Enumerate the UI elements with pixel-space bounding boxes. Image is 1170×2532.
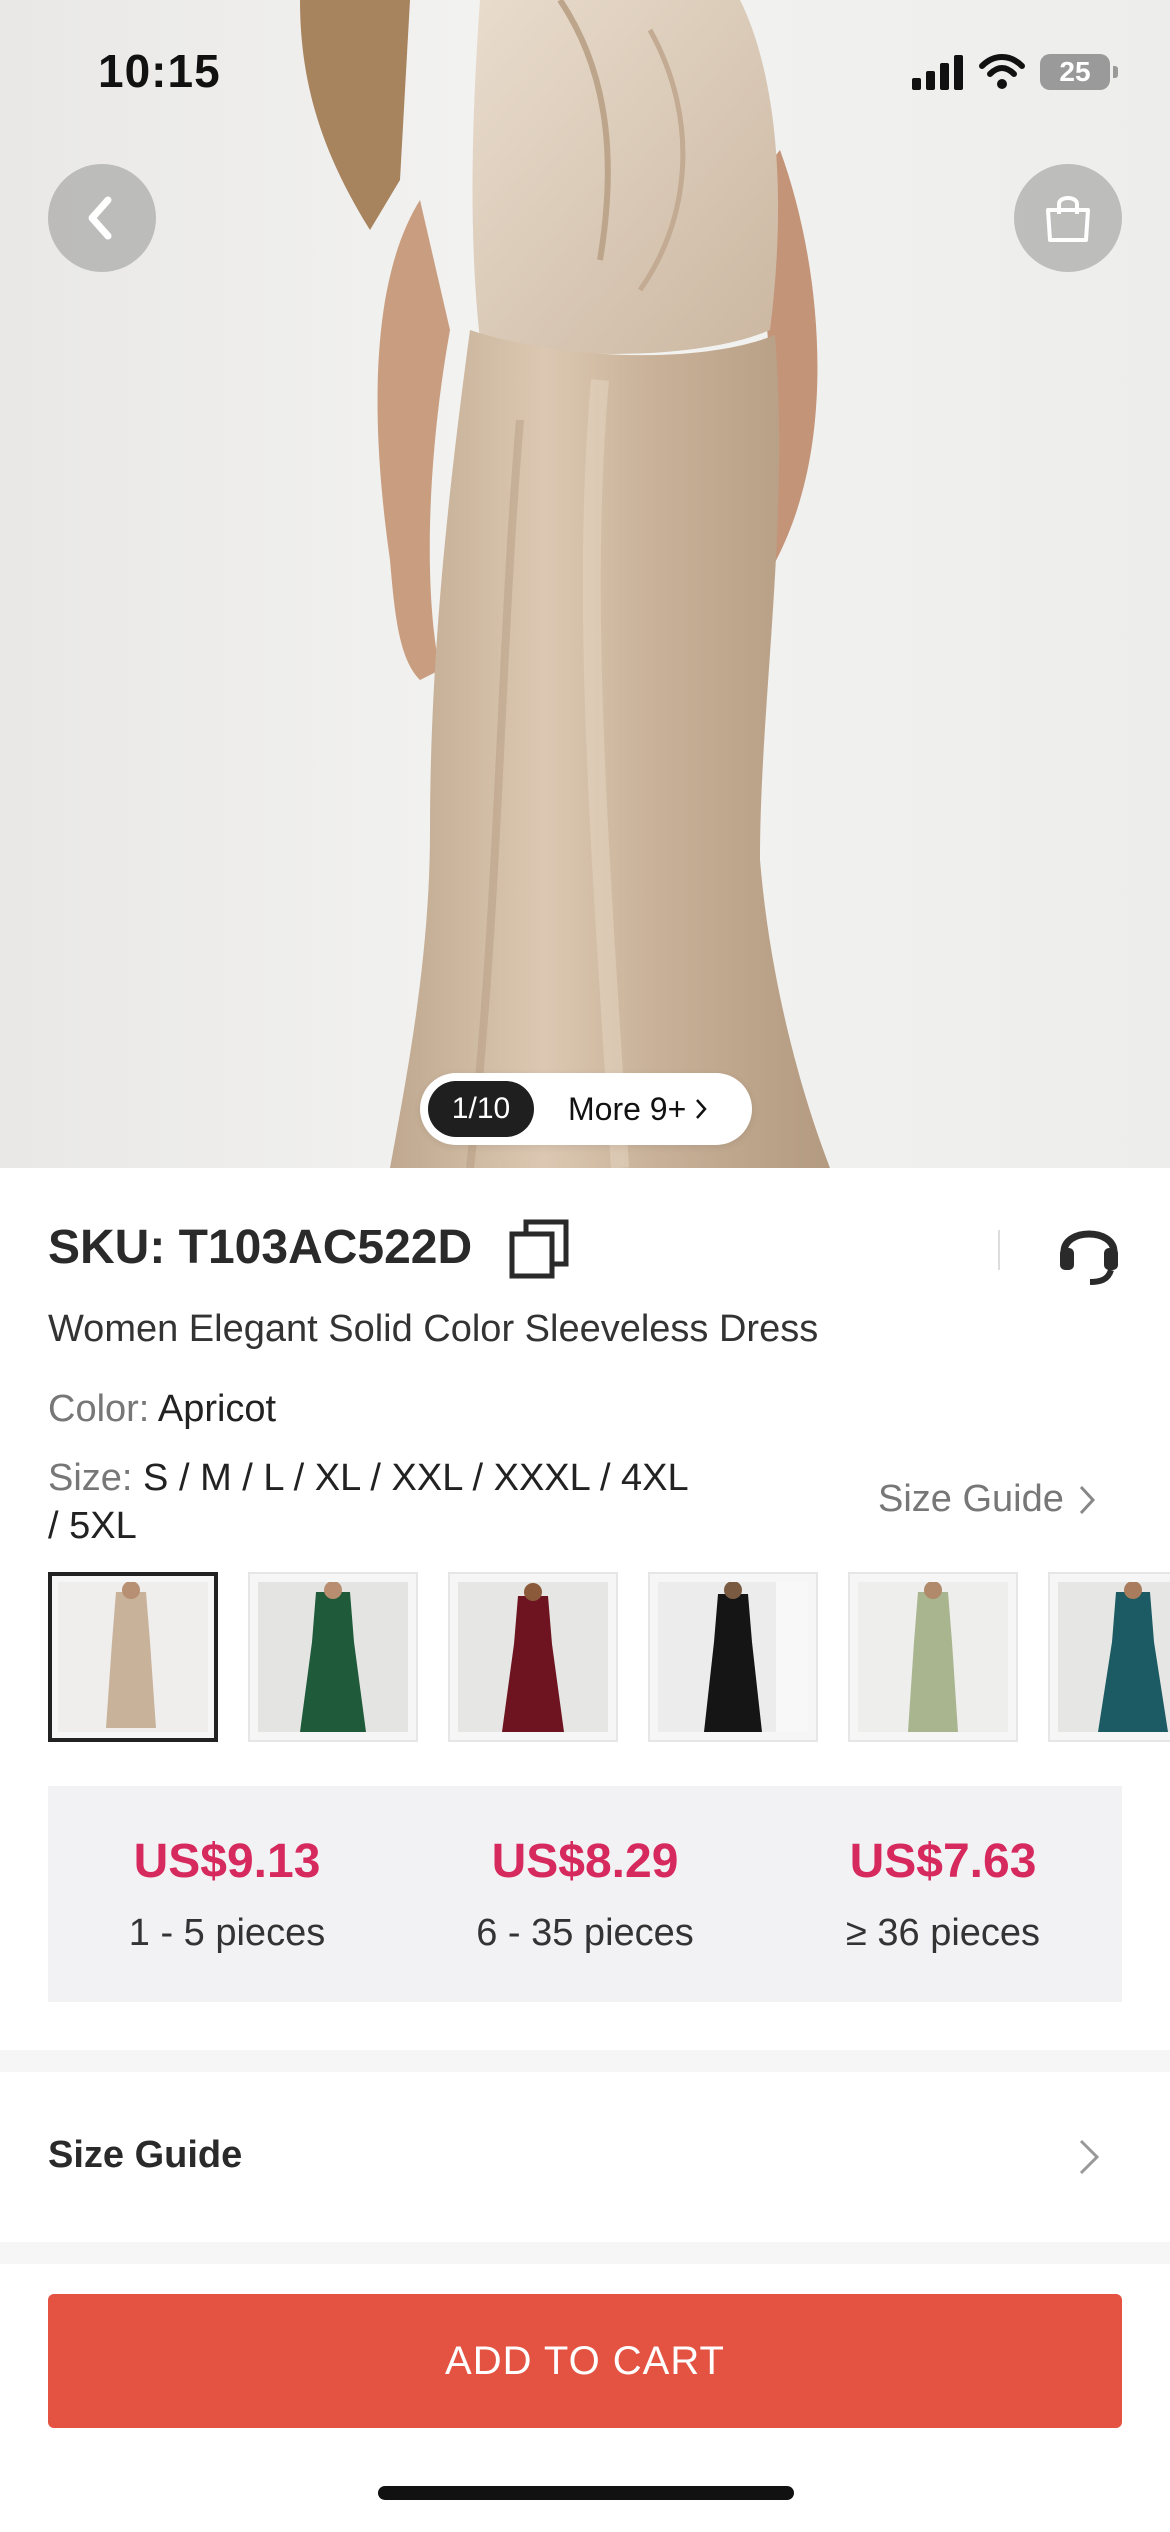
swatch-image (1058, 1582, 1170, 1732)
swatch-image (458, 1582, 608, 1732)
color-value: Apricot (157, 1388, 277, 1430)
back-button[interactable] (48, 164, 156, 272)
tier-price: US$9.13 (133, 1835, 321, 1888)
shopping-bag-button[interactable] (1014, 164, 1122, 272)
section-divider (0, 2242, 1170, 2264)
more-images-link[interactable]: More 9+ (568, 1091, 708, 1128)
tier-quantity: ≥ 36 pieces (845, 1912, 1041, 1954)
size-values: S / M / L / XL / XXL / XXXL / 4XL / 5XL (48, 1457, 688, 1547)
size-guide-row[interactable]: Size Guide (0, 2072, 1170, 2242)
battery-indicator: 25 (1040, 54, 1118, 90)
shopping-bag-icon (1046, 196, 1090, 242)
status-icons: 25 (912, 50, 1118, 94)
size-guide-link[interactable]: Size Guide (878, 1478, 1096, 1521)
size-info: Size: S / M / L / XL / XXL / XXXL / 4XL … (48, 1454, 688, 1550)
status-bar: 10:15 25 (0, 0, 1170, 140)
color-info: Color: Apricot (48, 1388, 276, 1431)
swatch-sage[interactable] (848, 1572, 1018, 1742)
swatch-burgundy[interactable] (448, 1572, 618, 1742)
signal-icon (912, 55, 963, 90)
swatch-apricot[interactable] (48, 1572, 218, 1742)
swatch-image (858, 1582, 1008, 1732)
swatch-teal[interactable] (1048, 1572, 1170, 1742)
wifi-icon (979, 54, 1025, 89)
image-counter: 1/10 (428, 1081, 534, 1137)
swatch-green[interactable] (248, 1572, 418, 1742)
price-tier: US$9.13 1 - 5 pieces (48, 1786, 406, 2002)
section-divider (0, 2050, 1170, 2072)
headset-icon[interactable] (1056, 1214, 1122, 1286)
chevron-left-icon (88, 196, 112, 240)
tier-price: US$8.29 (491, 1835, 679, 1888)
product-title: Women Elegant Solid Color Sleeveless Dre… (48, 1308, 819, 1350)
wholesale-price-tiers: US$9.13 1 - 5 pieces US$8.29 6 - 35 piec… (48, 1786, 1122, 2002)
clock: 10:15 (98, 45, 221, 97)
chevron-right-icon (1079, 1485, 1095, 1514)
swatch-image (658, 1582, 808, 1732)
chevron-right-icon (696, 1099, 707, 1119)
tier-quantity: 6 - 35 pieces (476, 1912, 694, 1954)
tier-price: US$7.63 (849, 1835, 1037, 1888)
sku-text: SKU: T103AC522D (48, 1221, 473, 1274)
price-tier: US$7.63 ≥ 36 pieces (764, 1786, 1122, 2002)
color-swatches (48, 1572, 1170, 1746)
price-tier: US$8.29 6 - 35 pieces (406, 1786, 764, 2002)
more-images-label: More 9+ (568, 1090, 687, 1127)
chevron-right-icon (1079, 2139, 1100, 2175)
product-photo (300, 0, 830, 1168)
home-indicator[interactable] (378, 2486, 794, 2500)
size-label: Size: (48, 1457, 133, 1499)
divider (998, 1230, 1000, 1270)
size-guide-link-label: Size Guide (878, 1478, 1064, 1520)
swatch-black[interactable] (648, 1572, 818, 1742)
tier-quantity: 1 - 5 pieces (128, 1912, 326, 1954)
product-image-gallery[interactable]: 10:15 25 1/10 More 9+ (0, 0, 1170, 1168)
copy-icon[interactable] (508, 1218, 570, 1280)
sku-row: SKU: T103AC522D (48, 1210, 1122, 1290)
size-guide-row-label: Size Guide (48, 2134, 243, 2176)
add-to-cart-button[interactable]: ADD TO CART (48, 2294, 1122, 2428)
gallery-pager[interactable]: 1/10 More 9+ (420, 1073, 752, 1145)
swatch-image (58, 1582, 208, 1732)
swatch-image (258, 1582, 408, 1732)
color-label: Color: (48, 1388, 150, 1430)
